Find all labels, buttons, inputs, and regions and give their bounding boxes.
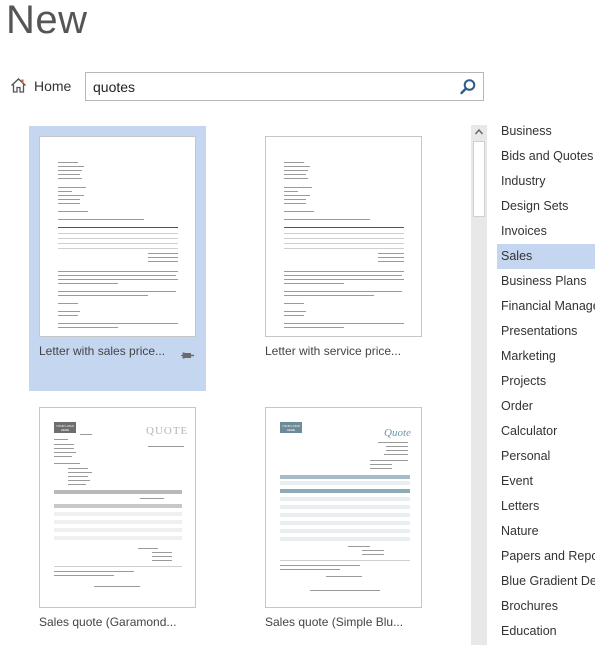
template-label: Sales quote (Garamond... — [39, 615, 177, 629]
category-item[interactable]: Presentations — [497, 319, 595, 344]
category-item[interactable]: Projects — [497, 369, 595, 394]
category-item[interactable]: Business Plans — [497, 269, 595, 294]
template-tile-letter-service-price[interactable]: Letter with service price... — [255, 126, 432, 391]
category-item[interactable]: Papers and Report — [497, 544, 595, 569]
category-item[interactable]: Financial Manage — [497, 294, 595, 319]
home-label: Home — [34, 77, 72, 94]
category-item[interactable]: Marketing — [497, 344, 595, 369]
category-item[interactable]: Business — [497, 119, 595, 144]
template-thumbnail: YOUR LOGO HERE QUOTE — [39, 407, 196, 608]
category-item[interactable]: Calculator — [497, 419, 595, 444]
template-label: Letter with service price... — [265, 344, 402, 358]
quote-heading: Quote — [384, 427, 411, 439]
template-thumbnail — [265, 136, 422, 337]
search-input[interactable] — [86, 73, 456, 100]
category-item[interactable]: Invoices — [497, 219, 595, 244]
category-item[interactable]: Industry — [497, 169, 595, 194]
search-icon[interactable] — [459, 78, 477, 96]
template-thumbnail — [39, 136, 196, 337]
category-item[interactable]: Nature — [497, 519, 595, 544]
template-tile-sales-quote-simple-blue[interactable]: YOUR LOGO HERE Quote Sales quote (Simple… — [255, 397, 432, 645]
home-link[interactable]: Home — [10, 77, 71, 94]
category-list: Business Bids and Quotes Industry Design… — [497, 119, 595, 645]
logo-placeholder: YOUR LOGO HERE — [280, 422, 302, 433]
template-tile-letter-sales-price[interactable]: Letter with sales price... — [29, 126, 206, 391]
quote-heading: QUOTE — [146, 425, 189, 437]
template-label: Letter with sales price... — [39, 344, 166, 358]
template-label: Sales quote (Simple Blu... — [265, 615, 404, 629]
template-tile-sales-quote-garamond[interactable]: YOUR LOGO HERE QUOTE Sales quote (Garamo… — [29, 397, 206, 645]
pin-icon[interactable] — [181, 350, 194, 363]
template-thumbnail: YOUR LOGO HERE Quote — [265, 407, 422, 608]
home-icon — [11, 78, 26, 93]
category-item-selected[interactable]: Sales — [497, 244, 595, 269]
category-item[interactable]: Brochures — [497, 594, 595, 619]
scrollbar-thumb[interactable] — [473, 141, 485, 217]
page-title: New — [6, 0, 88, 42]
category-item[interactable]: Bids and Quotes — [497, 144, 595, 169]
category-item[interactable]: Blue Gradient Des — [497, 569, 595, 594]
category-item[interactable]: Education — [497, 619, 595, 644]
template-scrollbar[interactable] — [471, 125, 487, 645]
category-item[interactable]: Order — [497, 394, 595, 419]
category-item[interactable]: Event — [497, 469, 595, 494]
category-item[interactable]: Design Sets — [497, 194, 595, 219]
category-item[interactable]: Personal — [497, 444, 595, 469]
scroll-up-arrow-icon[interactable] — [471, 125, 487, 139]
category-item[interactable]: Letters — [497, 494, 595, 519]
logo-placeholder: YOUR LOGO HERE — [54, 422, 76, 433]
search-box — [85, 72, 484, 101]
